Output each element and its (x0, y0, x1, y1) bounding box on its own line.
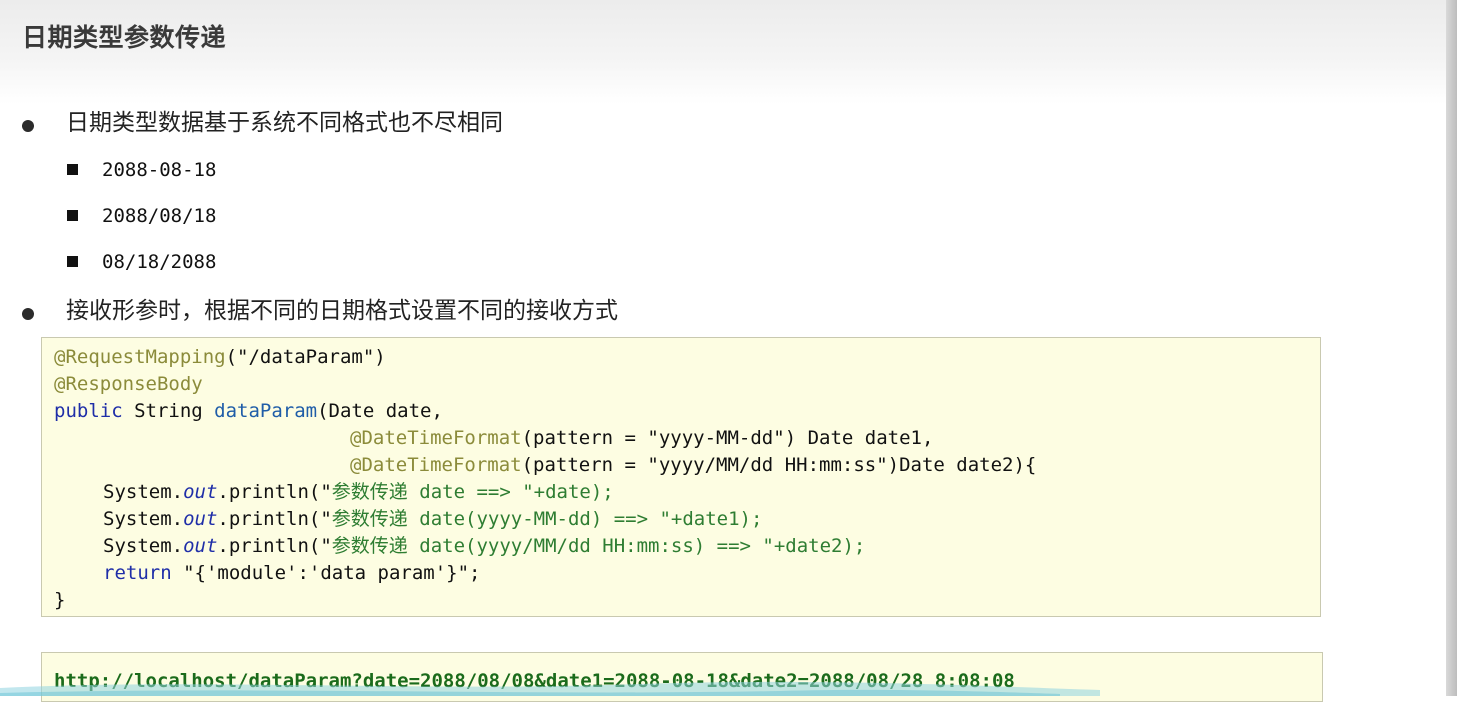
square-bullet-icon (67, 210, 78, 221)
code-method-name: dataParam (214, 400, 318, 422)
code-line: System.out.println("参数传递 date(yyyy/MM/dd… (103, 533, 865, 560)
code-line: return "{'module':'data param'}"; (103, 560, 481, 587)
date-format-example: 2088/08/18 (102, 205, 217, 227)
date-format-example: 08/18/2088 (102, 251, 217, 273)
code-annotation: @DateTimeFormat (350, 427, 522, 449)
square-bullet-icon (67, 256, 78, 267)
square-bullet-icon (67, 164, 78, 175)
code-line: @DateTimeFormat(pattern = "yyyy-MM-dd") … (350, 425, 933, 452)
code-keyword: public (54, 400, 123, 422)
code-string: 参数传递 (331, 535, 408, 557)
request-url: http://localhost/dataParam?date=2088/08/… (54, 670, 1015, 692)
code-keyword: return (103, 562, 172, 584)
code-string: 参数传递 (331, 508, 408, 530)
code-line: } (54, 587, 65, 614)
code-text: "{'module':'data param'}"; (171, 562, 481, 584)
code-text: } (54, 589, 66, 611)
date-format-example: 2088-08-18 (102, 159, 217, 181)
code-line: @DateTimeFormat(pattern = "yyyy/MM/dd HH… (350, 452, 1036, 479)
code-annotation: @RequestMapping (54, 346, 226, 368)
code-text: String (122, 400, 215, 422)
code-block: @RequestMapping("/dataParam") @ResponseB… (41, 337, 1321, 617)
code-string: date(yyyy-MM-dd) ==> "+date1); (407, 508, 763, 530)
code-text: .println(" (217, 508, 332, 530)
code-line: System.out.println("参数传递 date ==> "+date… (103, 479, 614, 506)
code-string: date(yyyy/MM/dd HH:mm:ss) ==> "+date2); (407, 535, 866, 557)
bullet-text: 接收形参时，根据不同的日期格式设置不同的接收方式 (66, 298, 618, 324)
code-line: System.out.println("参数传递 date(yyyy-MM-dd… (103, 506, 762, 533)
scrollbar-edge (1446, 0, 1457, 696)
code-text: (pattern = "yyyy-MM-dd") Date date1, (521, 427, 934, 449)
code-field: out (183, 508, 218, 530)
code-line: public String dataParam(Date date, (54, 398, 443, 425)
url-example-box: http://localhost/dataParam?date=2088/08/… (41, 652, 1323, 702)
code-line: @ResponseBody (54, 371, 203, 398)
code-text: System. (103, 508, 184, 530)
code-text: .println(" (217, 535, 332, 557)
code-line: @RequestMapping("/dataParam") (54, 344, 386, 371)
code-field: out (183, 535, 218, 557)
bullet-dot-icon (22, 308, 34, 320)
code-string: date ==> "+date); (407, 481, 614, 503)
bullet-text: 日期类型数据基于系统不同格式也不尽相同 (66, 110, 503, 136)
code-text: (Date date, (317, 400, 443, 422)
code-text: System. (103, 481, 184, 503)
code-text: ("/dataParam") (225, 346, 386, 368)
code-field: out (183, 481, 218, 503)
code-text: .println(" (217, 481, 332, 503)
page-title: 日期类型参数传递 (22, 23, 227, 52)
code-text: System. (103, 535, 184, 557)
code-annotation: @DateTimeFormat (350, 454, 522, 476)
code-string: 参数传递 (331, 481, 408, 503)
code-annotation: @ResponseBody (54, 373, 203, 395)
bullet-dot-icon (22, 120, 34, 132)
code-text: (pattern = "yyyy/MM/dd HH:mm:ss")Date da… (521, 454, 1037, 476)
